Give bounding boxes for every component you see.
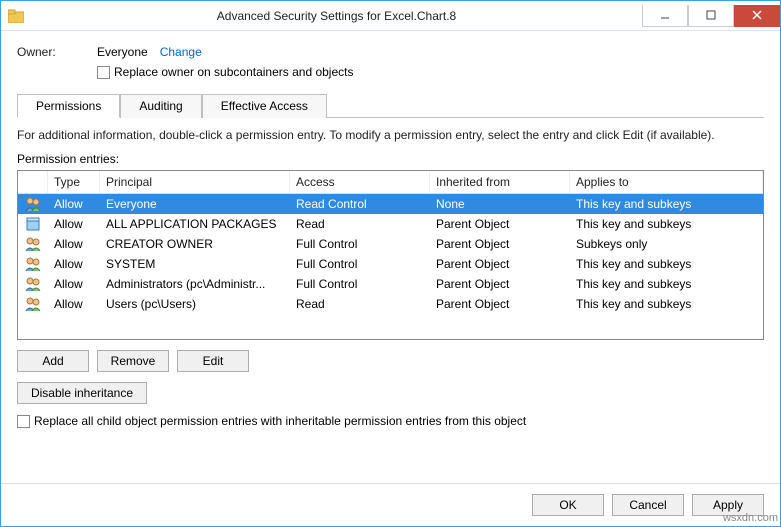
col-principal[interactable]: Principal [100,171,290,193]
titlebar: Advanced Security Settings for Excel.Cha… [1,1,780,31]
folder-icon [1,9,31,23]
disable-inheritance-button[interactable]: Disable inheritance [17,382,147,404]
tab-permissions[interactable]: Permissions [17,94,120,118]
cell-inherited: Parent Object [430,216,570,232]
cell-principal: Administrators (pc\Administr... [100,276,290,292]
cell-principal: ALL APPLICATION PACKAGES [100,216,290,232]
maximize-button[interactable] [688,5,734,27]
minimize-button[interactable] [642,5,688,27]
table-row[interactable]: AllowUsers (pc\Users)ReadParent ObjectTh… [18,294,763,314]
replace-owner-label: Replace owner on subcontainers and objec… [114,65,353,79]
cell-applies: This key and subkeys [570,196,763,212]
close-button[interactable] [734,5,780,27]
table-row[interactable]: AllowALL APPLICATION PACKAGESReadParent … [18,214,763,234]
change-owner-link[interactable]: Change [160,45,202,59]
owner-label: Owner: [17,45,97,59]
cell-type: Allow [48,196,100,212]
tab-auditing[interactable]: Auditing [120,94,201,118]
cell-type: Allow [48,256,100,272]
content-area: Owner: Everyone Change Replace owner on … [1,31,780,469]
cell-principal: SYSTEM [100,256,290,272]
replace-owner-checkbox[interactable] [97,66,110,79]
col-access[interactable]: Access [290,171,430,193]
cell-applies: This key and subkeys [570,256,763,272]
window-title: Advanced Security Settings for Excel.Cha… [31,9,642,23]
users-icon [18,195,48,213]
users-icon [18,235,48,253]
permission-table: Type Principal Access Inherited from App… [17,170,764,340]
cell-principal: CREATOR OWNER [100,236,290,252]
cell-type: Allow [48,276,100,292]
cell-inherited: None [430,196,570,212]
col-applies[interactable]: Applies to [570,171,763,193]
cell-type: Allow [48,216,100,232]
window-controls [642,5,780,27]
cancel-button[interactable]: Cancel [612,494,684,516]
users-icon [18,275,48,293]
users-icon [18,215,48,233]
ok-button[interactable]: OK [532,494,604,516]
col-inherited[interactable]: Inherited from [430,171,570,193]
cell-access: Full Control [290,236,430,252]
owner-row: Owner: Everyone Change [17,45,764,59]
cell-applies: This key and subkeys [570,276,763,292]
tab-effective-access[interactable]: Effective Access [202,94,327,118]
table-row[interactable]: AllowEveryoneRead ControlNoneThis key an… [18,194,763,214]
owner-value: Everyone [97,45,148,59]
table-body: AllowEveryoneRead ControlNoneThis key an… [18,194,763,314]
cell-inherited: Parent Object [430,276,570,292]
replace-owner-row: Replace owner on subcontainers and objec… [97,65,764,79]
cell-applies: Subkeys only [570,236,763,252]
cell-applies: This key and subkeys [570,216,763,232]
table-row[interactable]: AllowSYSTEMFull ControlParent ObjectThis… [18,254,763,274]
remove-button[interactable]: Remove [97,350,169,372]
users-icon [18,255,48,273]
info-text: For additional information, double-click… [17,128,764,142]
edit-button[interactable]: Edit [177,350,249,372]
entry-buttons: Add Remove Edit [17,350,764,372]
cell-access: Full Control [290,256,430,272]
cell-access: Full Control [290,276,430,292]
table-row[interactable]: AllowCREATOR OWNERFull ControlParent Obj… [18,234,763,254]
col-icon[interactable] [18,171,48,193]
table-row[interactable]: AllowAdministrators (pc\Administr...Full… [18,274,763,294]
table-header: Type Principal Access Inherited from App… [18,171,763,194]
entries-label: Permission entries: [17,152,764,166]
replace-children-row: Replace all child object permission entr… [17,414,764,428]
cell-principal: Everyone [100,196,290,212]
cell-type: Allow [48,296,100,312]
col-type[interactable]: Type [48,171,100,193]
replace-children-label: Replace all child object permission entr… [34,414,526,428]
users-icon [18,295,48,313]
cell-access: Read [290,216,430,232]
cell-inherited: Parent Object [430,256,570,272]
cell-access: Read [290,296,430,312]
add-button[interactable]: Add [17,350,89,372]
cell-access: Read Control [290,196,430,212]
dialog-buttons: OK Cancel Apply [1,484,780,526]
cell-principal: Users (pc\Users) [100,296,290,312]
watermark: wsxdn.com [723,512,778,524]
tab-bar: Permissions Auditing Effective Access [17,93,764,118]
cell-inherited: Parent Object [430,296,570,312]
cell-inherited: Parent Object [430,236,570,252]
window-frame: Advanced Security Settings for Excel.Cha… [0,0,781,527]
cell-type: Allow [48,236,100,252]
cell-applies: This key and subkeys [570,296,763,312]
replace-children-checkbox[interactable] [17,415,30,428]
